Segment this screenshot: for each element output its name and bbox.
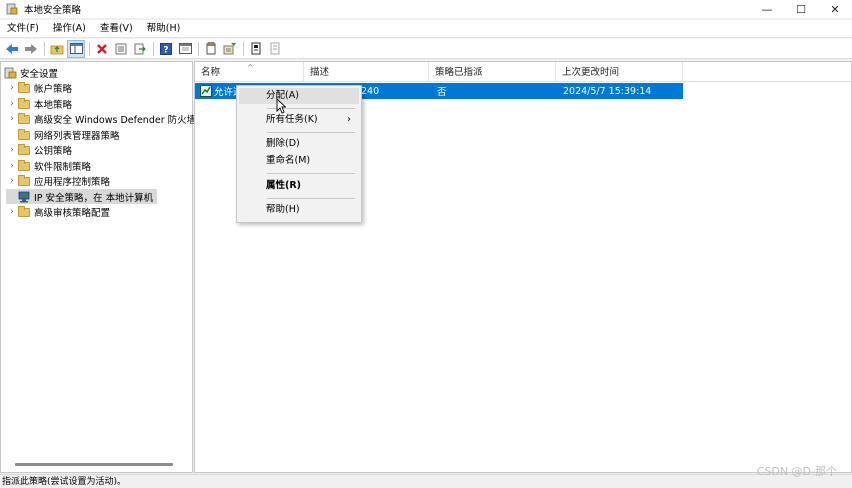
ip-policy-icon — [200, 85, 212, 97]
maximize-button[interactable]: ☐ — [784, 0, 818, 18]
sort-ascending-icon: ^ — [247, 63, 254, 72]
properties-icon[interactable] — [112, 40, 130, 58]
delete-icon[interactable] — [93, 40, 111, 58]
tree-label: 应用程序控制策略 — [34, 176, 111, 188]
tree-item-app-control[interactable]: › 应用程序控制策略 — [6, 173, 110, 188]
new-policy-icon[interactable] — [202, 40, 220, 58]
close-icon: ✕ — [830, 2, 840, 16]
context-menu: 分配(A) 所有任务(K) › 删除(D) 重命名(M) 属性(R) 帮助(H) — [236, 85, 362, 223]
chevron-right-icon[interactable]: › — [6, 207, 18, 217]
menu-action[interactable]: 操作(A) — [46, 20, 93, 38]
context-item-delete[interactable]: 删除(D) — [239, 136, 359, 152]
toolbar-separator — [89, 41, 90, 56]
tree-label: 网络列表管理器策略 — [34, 130, 120, 142]
tree-item-advanced-audit[interactable]: › 高级审核策略配置 — [6, 204, 110, 219]
toolbar-separator — [153, 41, 154, 56]
policy-description-cell: 240 — [361, 85, 380, 97]
manage-filters-icon[interactable] — [221, 40, 239, 58]
up-folder-icon[interactable] — [48, 40, 66, 58]
tree-item-software-restriction[interactable]: › 软件限制策略 — [6, 158, 91, 173]
back-icon[interactable] — [3, 40, 21, 58]
tree-item-ip-security-policies[interactable]: IP 安全策略，在 本地计算机 — [6, 189, 158, 204]
folder-icon — [18, 144, 31, 155]
column-header-description[interactable]: 描述 — [304, 62, 429, 82]
menu-bar: 文件(F) 操作(A) 查看(V) 帮助(H) — [0, 20, 852, 38]
menu-separator — [267, 132, 355, 133]
tree-label: 高级审核策略配置 — [34, 207, 111, 219]
chevron-right-icon: › — [347, 114, 351, 125]
tree-label: 安全设置 — [20, 68, 59, 80]
toolbar-separator — [44, 41, 45, 56]
tree-item-account-policies[interactable]: › 帐户策略 — [6, 80, 72, 95]
title-bar: 本地安全策略 — ☐ ✕ — [0, 0, 852, 18]
context-item-rename[interactable]: 重命名(M) — [239, 153, 359, 169]
context-item-properties[interactable]: 属性(R) — [239, 178, 359, 194]
menu-file[interactable]: 文件(F) — [0, 20, 46, 38]
ip-security-icon — [18, 191, 31, 203]
export-icon[interactable] — [131, 40, 149, 58]
window-title: 本地安全策略 — [24, 5, 82, 16]
column-header-assigned[interactable]: 策略已指派 — [429, 62, 556, 82]
menu-separator — [267, 198, 355, 199]
chevron-right-icon[interactable]: › — [6, 176, 18, 186]
menu-separator — [267, 173, 355, 174]
tree-item-network-list-manager[interactable]: 网络列表管理器策略 — [6, 127, 120, 142]
tree-item-local-policies[interactable]: › 本地策略 — [6, 96, 72, 111]
horizontal-scrollbar[interactable] — [15, 463, 173, 466]
policy-modified-cell: 2024/5/7 15:39:14 — [563, 85, 652, 97]
tree-item-public-key-policies[interactable]: › 公钥策略 — [6, 142, 72, 157]
folder-icon — [18, 113, 31, 124]
security-settings-icon — [4, 67, 17, 79]
maximize-icon: ☐ — [796, 2, 806, 16]
folder-icon — [18, 160, 31, 171]
menu-help[interactable]: 帮助(H) — [140, 20, 188, 38]
mouse-pointer-icon — [276, 97, 287, 114]
chevron-right-icon[interactable]: › — [6, 99, 18, 109]
tree-label: 公钥策略 — [34, 145, 73, 157]
folder-icon — [18, 129, 31, 140]
status-bar: 指派此策略(尝试设置为活动)。 — [0, 474, 852, 488]
minimize-icon: — — [761, 2, 773, 16]
toolbar-separator — [243, 41, 244, 56]
column-header-modified[interactable]: 上次更改时间 — [556, 62, 683, 82]
minimize-button[interactable]: — — [750, 0, 784, 18]
policy-folder-icon — [18, 98, 31, 109]
tree-label: 高级安全 Windows Defender 防火墙 — [34, 114, 197, 126]
chevron-right-icon[interactable]: › — [6, 145, 18, 155]
tree-label: IP 安全策略，在 本地计算机 — [34, 192, 154, 204]
chevron-right-icon[interactable]: › — [6, 83, 18, 93]
context-item-assign[interactable]: 分配(A) — [239, 88, 359, 104]
watermark: CSDN @D-那个 — [756, 465, 837, 478]
policy-name-cell: 允许这 — [214, 87, 238, 98]
show-console-tree-icon[interactable] — [176, 40, 194, 58]
menu-view[interactable]: 查看(V) — [93, 20, 140, 38]
toolbar: ? — [0, 39, 852, 59]
forward-icon[interactable] — [22, 40, 40, 58]
show-hide-tree-icon[interactable] — [67, 39, 85, 58]
policy-assigned-cell: 否 — [437, 87, 447, 98]
tree-item-defender-firewall[interactable]: › 高级安全 Windows Defender 防火墙 — [6, 111, 196, 126]
context-item-all-tasks[interactable]: 所有任务(K) › — [239, 112, 359, 128]
chevron-right-icon[interactable]: › — [6, 114, 18, 124]
console-tree-pane[interactable]: 安全设置 › 帐户策略 › 本地策略 › 高级安全 Windows Defend… — [0, 61, 196, 473]
tree-root-security-settings[interactable]: 安全设置 — [4, 65, 58, 80]
column-header-name[interactable]: 名称 ^ — [195, 62, 304, 82]
column-headers: 名称 ^ 描述 策略已指派 上次更改时间 — [195, 62, 852, 82]
unassign-icon[interactable] — [266, 40, 284, 58]
help-icon[interactable]: ? — [157, 40, 175, 58]
toolbar-separator — [198, 41, 199, 56]
chevron-right-icon[interactable]: › — [6, 161, 18, 171]
security-policy-app-icon — [6, 3, 18, 15]
tree-label: 本地策略 — [34, 99, 73, 111]
folder-icon — [18, 175, 31, 186]
context-item-help[interactable]: 帮助(H) — [239, 202, 359, 218]
policy-folder-icon — [18, 82, 31, 93]
assign-icon[interactable] — [247, 40, 265, 58]
folder-icon — [18, 206, 31, 217]
svg-text:?: ? — [163, 45, 168, 55]
close-button[interactable]: ✕ — [818, 0, 852, 18]
status-text: 指派此策略(尝试设置为活动)。 — [2, 477, 127, 487]
tree-label: 软件限制策略 — [34, 161, 92, 173]
tree-label: 帐户策略 — [34, 83, 73, 95]
